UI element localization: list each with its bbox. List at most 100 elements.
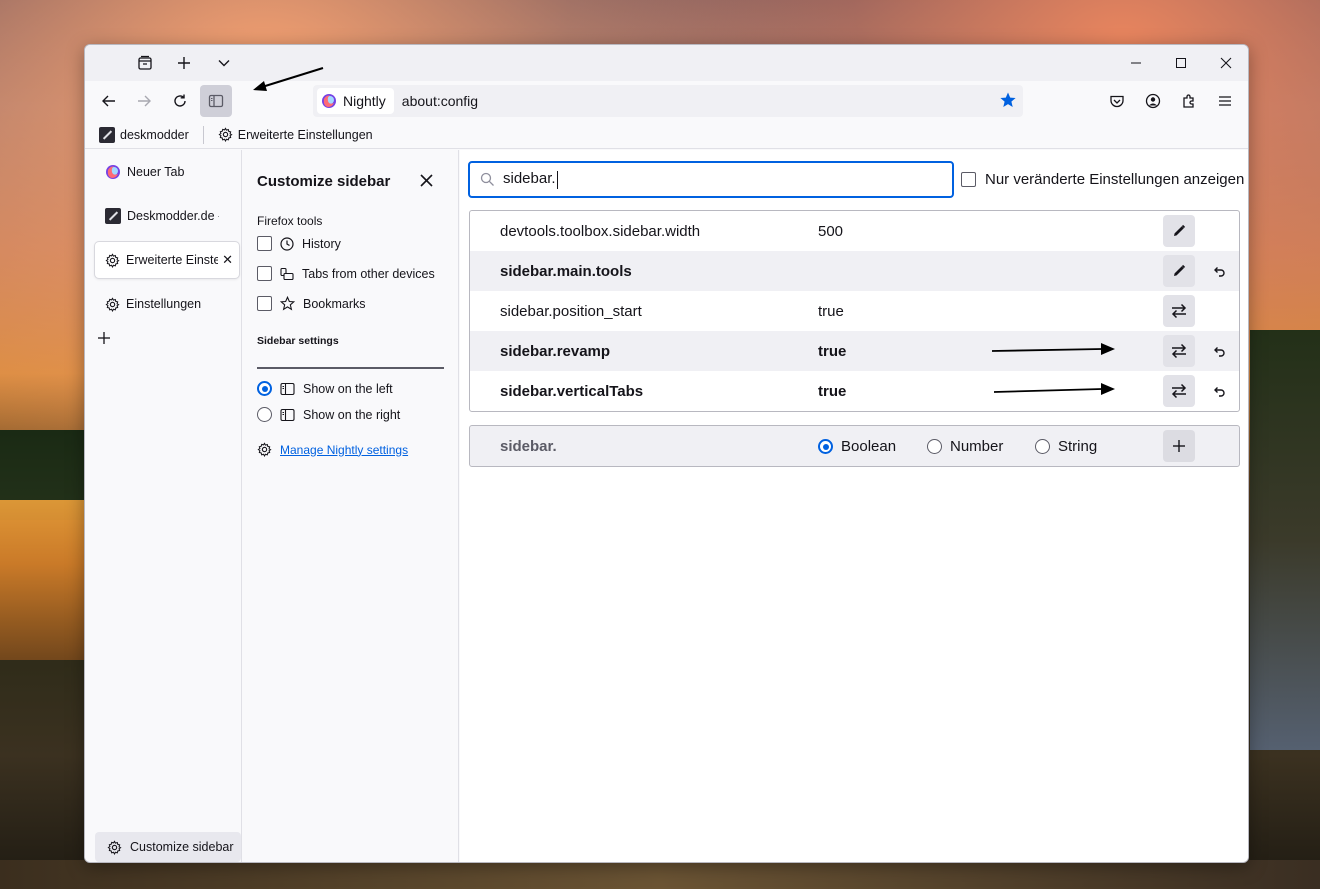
checkbox[interactable] (961, 172, 976, 187)
tab-einstellungen[interactable]: Einstellungen (95, 286, 239, 322)
position-left-option[interactable]: Show on the left (257, 381, 393, 396)
toggle-button[interactable] (1163, 375, 1195, 407)
bookmark-separator (202, 125, 204, 144)
type-label: Boolean (841, 438, 897, 455)
radio-button[interactable] (927, 439, 942, 454)
sidebar-toggle-button[interactable] (200, 85, 232, 117)
tab-erweiterte-einstellungen[interactable]: Erweiterte Einste ✕ (95, 242, 239, 278)
gear-icon (107, 839, 122, 855)
edit-button[interactable] (1163, 215, 1195, 247)
account-icon (1145, 93, 1161, 109)
search-input[interactable]: sidebar. (468, 161, 954, 198)
list-all-tabs-button[interactable] (210, 49, 238, 77)
tab-label: Deskmodder.de - N (127, 209, 219, 223)
customize-sidebar-panel: Customize sidebar Firefox tools History … (243, 150, 459, 862)
hamburger-icon (1219, 96, 1231, 106)
firefox-view-button[interactable] (131, 49, 159, 77)
toggle-button[interactable] (1163, 335, 1195, 367)
url-bar[interactable]: Nightly about:config (313, 85, 1023, 117)
checkbox[interactable] (257, 236, 272, 251)
url-text[interactable]: about:config (402, 93, 478, 109)
identity-label: Nightly (343, 93, 386, 109)
close-window-button[interactable] (1203, 45, 1248, 81)
type-boolean-option[interactable]: Boolean (818, 438, 896, 455)
bookmark-erweiterte-einstellungen[interactable]: Erweiterte Einstellungen (214, 125, 377, 144)
gear-icon (218, 127, 233, 142)
forward-button[interactable] (128, 85, 160, 117)
pocket-button[interactable] (1101, 85, 1133, 117)
tool-history[interactable]: History (257, 236, 341, 251)
new-pref-row: sidebar. Boolean Number String (469, 425, 1240, 467)
position-right-option[interactable]: Show on the right (257, 407, 400, 422)
tab-list-icon (138, 55, 152, 70)
undo-icon (1214, 387, 1225, 397)
checkbox[interactable] (257, 266, 272, 281)
vertical-new-tab-button[interactable] (97, 328, 111, 351)
tab-deskmodder[interactable]: Deskmodder.de - N (95, 198, 239, 234)
manage-settings-link[interactable]: Manage Nightly settings (257, 442, 408, 457)
tab-neuer-tab[interactable]: Neuer Tab (95, 154, 239, 190)
radio-button[interactable] (1035, 439, 1050, 454)
account-button[interactable] (1137, 85, 1169, 117)
tool-label: Bookmarks (303, 296, 366, 311)
about-config-page: sidebar. Nur veränderte Einstellungen an… (460, 150, 1248, 862)
reload-button[interactable] (164, 85, 196, 117)
position-label: Show on the right (303, 407, 401, 422)
new-pref-name: sidebar. (500, 438, 557, 455)
toggle-button[interactable] (1163, 295, 1195, 327)
add-pref-button[interactable] (1163, 430, 1195, 462)
extensions-button[interactable] (1173, 85, 1205, 117)
gear-icon (105, 252, 120, 268)
reset-button[interactable] (1205, 255, 1233, 287)
panel-close-button[interactable] (420, 171, 433, 192)
reset-button[interactable] (1205, 335, 1233, 367)
prefs-table: devtools.toolbox.sidebar.width 500 sideb… (469, 210, 1240, 412)
maximize-button[interactable] (1158, 45, 1204, 81)
pref-row: sidebar.position_start true (470, 291, 1239, 331)
app-menu-button[interactable] (1209, 85, 1241, 117)
radio-button[interactable] (818, 439, 833, 454)
type-number-option[interactable]: Number (927, 438, 1003, 455)
bookmark-deskmodder[interactable]: deskmodder (95, 125, 193, 145)
radio-button[interactable] (257, 407, 272, 422)
back-button[interactable] (93, 85, 125, 117)
only-modified-checkbox-row[interactable]: Nur veränderte Einstellungen anzeigen (961, 171, 1244, 188)
identity-box[interactable]: Nightly (317, 88, 394, 114)
position-label: Show on the left (303, 381, 393, 396)
customize-sidebar-button[interactable]: Customize sidebar (95, 832, 241, 862)
reset-button[interactable] (1205, 375, 1233, 407)
tab-label: Einstellungen (126, 297, 202, 311)
pref-row: sidebar.revamp true (470, 331, 1239, 371)
type-string-option[interactable]: String (1035, 438, 1097, 455)
toggle-arrows-icon (1171, 383, 1187, 399)
chevron-down-icon (218, 60, 230, 67)
firefox-tools-heading: Firefox tools (257, 214, 323, 228)
bookmark-star-button[interactable] (999, 91, 1017, 112)
synced-tabs-icon (280, 267, 294, 280)
annotation-arrow-revamp (991, 343, 1115, 355)
tool-bookmarks[interactable]: Bookmarks (257, 296, 366, 311)
tool-label: Tabs from other devices (302, 266, 435, 281)
checkbox[interactable] (257, 296, 272, 311)
new-tab-button[interactable] (170, 49, 198, 77)
pencil-icon (1174, 264, 1186, 276)
tool-label: History (302, 236, 341, 251)
annotation-arrow-verticaltabs (993, 383, 1115, 395)
star-filled-icon (1000, 92, 1016, 107)
pencil-icon (1174, 224, 1186, 236)
minimize-button[interactable] (1113, 45, 1159, 81)
tool-synced-tabs[interactable]: Tabs from other devices (257, 266, 435, 281)
close-tab-icon[interactable]: ✕ (222, 252, 233, 268)
reload-icon (174, 94, 186, 107)
puzzle-icon (1183, 94, 1194, 108)
panel-title: Customize sidebar (257, 173, 391, 190)
deskmodder-icon (105, 208, 121, 224)
pref-name: sidebar.main.tools (500, 262, 632, 280)
pref-name: devtools.toolbox.sidebar.width (500, 222, 701, 240)
radio-button[interactable] (257, 381, 272, 396)
manage-settings-label[interactable]: Manage Nightly settings (280, 443, 408, 457)
edit-button[interactable] (1163, 255, 1195, 287)
plus-icon (98, 332, 110, 344)
only-modified-label: Nur veränderte Einstellungen anzeigen (985, 171, 1245, 188)
pref-row: devtools.toolbox.sidebar.width 500 (470, 211, 1239, 251)
